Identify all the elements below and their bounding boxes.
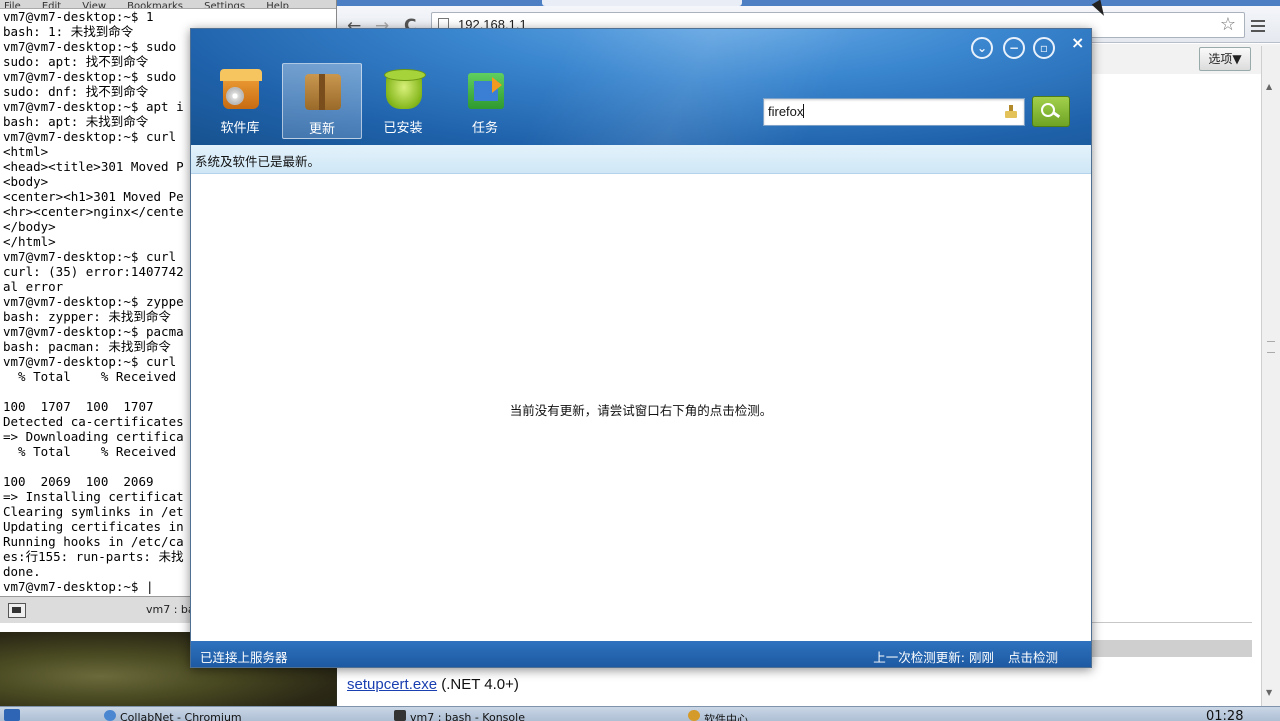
restore-icon[interactable]: ▫ — [1033, 37, 1055, 59]
konsole-icon — [394, 710, 406, 721]
setup-download-line: setupcert.exe (.NET 4.0+) — [347, 676, 519, 693]
scroll-thumb[interactable] — [1267, 341, 1275, 353]
update-status-text: 系统及软件已是最新。 — [195, 154, 321, 169]
nav-label: 更新 — [308, 122, 335, 137]
browser-menu-icon[interactable] — [1251, 20, 1265, 34]
options-dropdown-button[interactable]: 选项▼ — [1199, 47, 1251, 71]
page-header-strip — [1090, 44, 1280, 74]
search-value[interactable]: firefox — [768, 104, 805, 119]
software-center-footer: 已连接上服务器 上一次检测更新: 刚刚 点击检测 — [191, 641, 1091, 667]
minimize-icon[interactable]: − — [1003, 37, 1025, 59]
terminal-tab[interactable]: vm7 : ba — [146, 603, 195, 616]
nav-software-store[interactable]: 软件库 — [201, 63, 279, 137]
bookmark-star-icon[interactable]: ☆ — [1220, 14, 1236, 35]
search-input[interactable]: firefox — [763, 98, 1025, 126]
software-center-header: ⌄ − ▫ × 软件库 更新 已安装 任务 firefox — [191, 29, 1091, 145]
nav-label: 任务 — [471, 121, 498, 136]
software-center-window: ⌄ − ▫ × 软件库 更新 已安装 任务 firefox 系统及软件已是最新。… — [190, 28, 1092, 668]
menu-view[interactable]: View — [82, 1, 106, 8]
search-button[interactable] — [1032, 96, 1070, 127]
setup-requirement: (.NET 4.0+) — [437, 676, 519, 693]
close-icon[interactable]: × — [1071, 33, 1084, 52]
terminal-line: vm7@vm7-desktop:~$ 1 — [3, 9, 154, 24]
last-check-label: 上一次检测更新: — [873, 650, 965, 665]
page-scrollbar[interactable]: ▲ ▼ — [1261, 46, 1280, 706]
software-center-icon — [688, 710, 700, 721]
search-icon — [1041, 103, 1055, 117]
nav-installed[interactable]: 已安装 — [364, 63, 442, 137]
software-store-icon — [220, 69, 262, 109]
page-gray-bar — [1090, 640, 1252, 657]
last-check-value: 刚刚 — [968, 650, 994, 665]
no-updates-message: 当前没有更新，请尝试窗口右下角的点击检测。 — [509, 403, 773, 418]
terminal-menubar: File Edit View Bookmarks Settings Help — [0, 0, 336, 9]
terminal-icon — [8, 603, 26, 618]
chromium-icon — [104, 710, 116, 721]
setupcert-link[interactable]: setupcert.exe — [347, 676, 437, 693]
dropdown-icon[interactable]: ⌄ — [971, 37, 993, 59]
menu-bookmarks[interactable]: Bookmarks — [127, 1, 183, 8]
tasks-icon — [468, 73, 504, 109]
nav-label: 已安装 — [383, 121, 423, 136]
scroll-down-icon[interactable]: ▼ — [1266, 688, 1272, 697]
check-now-link[interactable]: 点击检测 — [1008, 650, 1058, 665]
nav-label: 软件库 — [220, 121, 260, 136]
clock[interactable]: 01:28 — [1206, 709, 1243, 721]
menu-file[interactable]: File — [4, 1, 21, 8]
installed-jar-icon — [384, 69, 426, 109]
update-status-bar: 系统及软件已是最新。 — [191, 145, 1091, 174]
connection-status: 已连接上服务器 — [200, 650, 288, 665]
scroll-up-icon[interactable]: ▲ — [1266, 82, 1272, 91]
last-check-info: 上一次检测更新: 刚刚 点击检测 — [873, 647, 1058, 666]
clear-search-icon[interactable] — [1005, 105, 1017, 118]
nav-updates[interactable]: 更新 — [282, 63, 362, 139]
divider — [1090, 622, 1252, 623]
nav-tasks[interactable]: 任务 — [446, 63, 524, 137]
taskbar: CollabNet - Chromium vm7 : bash - Konsol… — [0, 706, 1280, 721]
update-box-icon — [305, 74, 341, 110]
menu-settings[interactable]: Settings — [204, 1, 245, 8]
menu-edit[interactable]: Edit — [42, 1, 61, 8]
start-menu-icon[interactable] — [4, 709, 20, 721]
menu-help[interactable]: Help — [266, 1, 289, 8]
